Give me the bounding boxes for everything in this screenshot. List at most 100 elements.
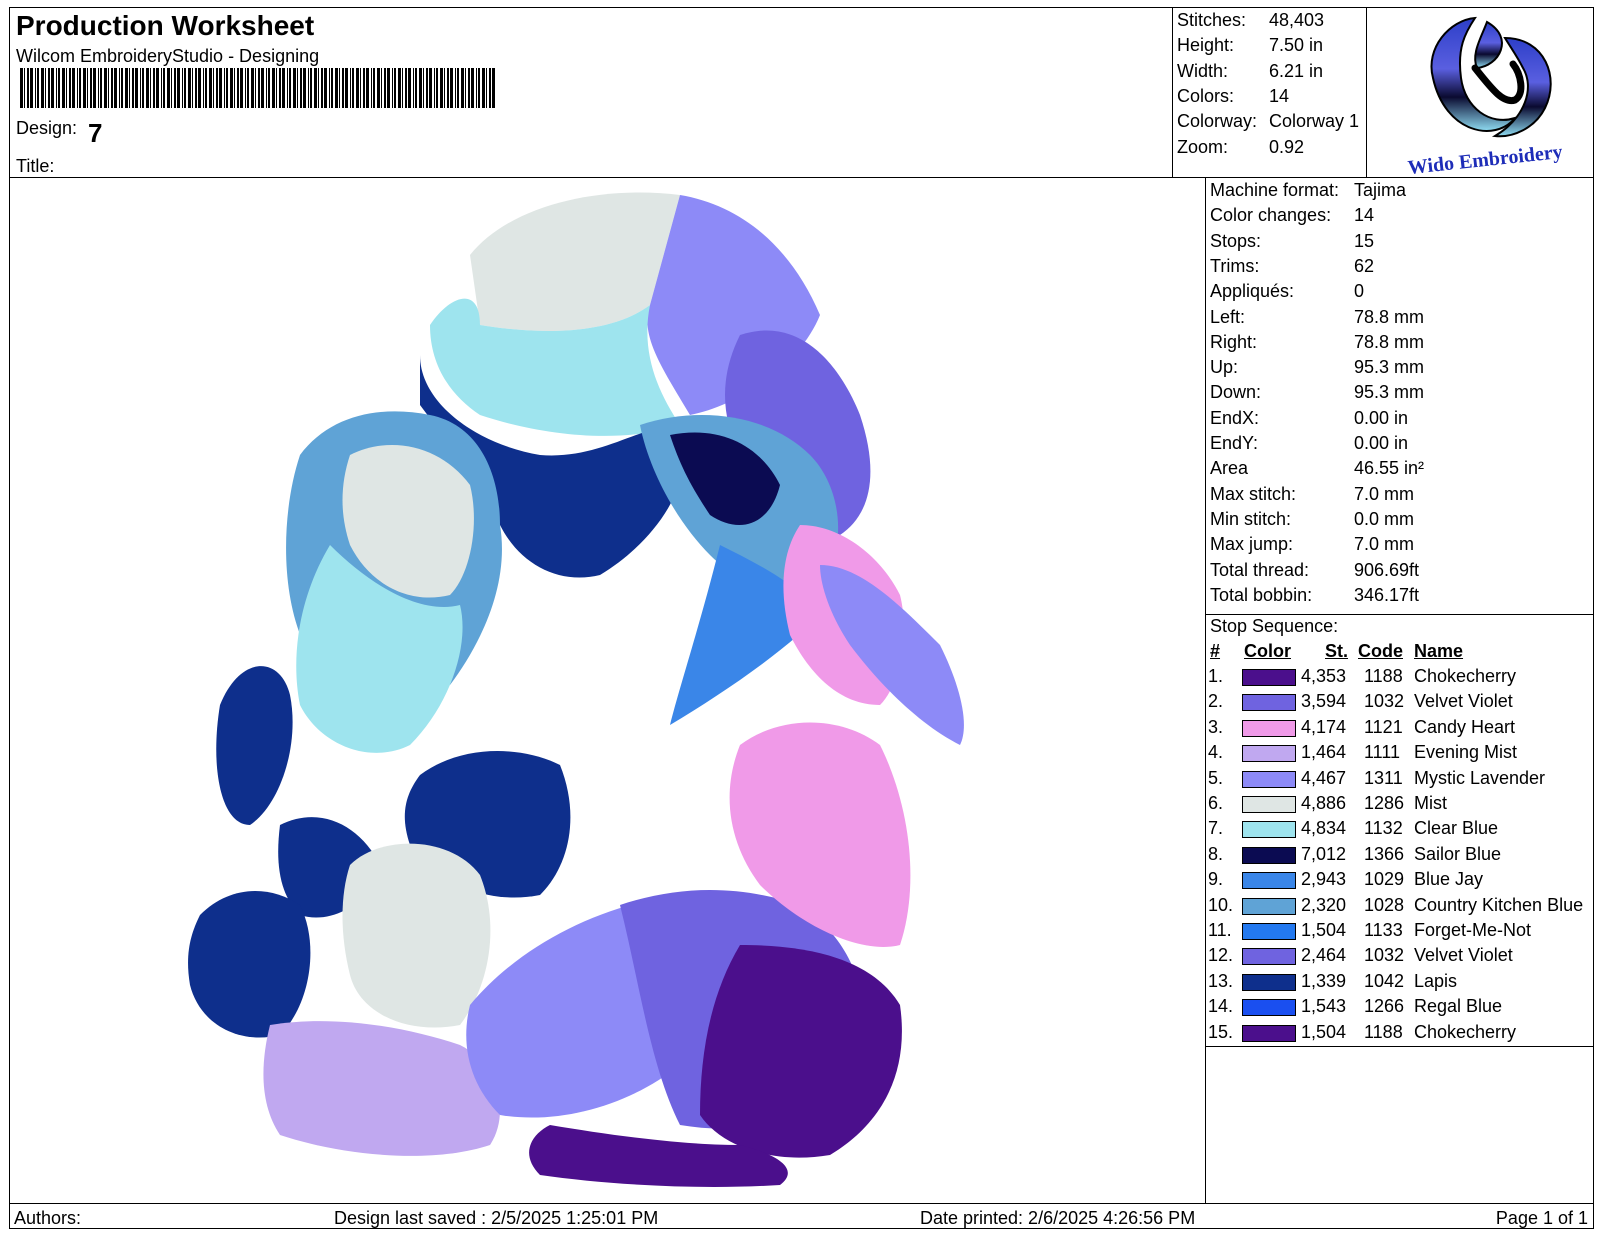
barcode-bar	[258, 68, 260, 108]
detail-label: Area	[1210, 458, 1249, 479]
color-swatch	[1242, 897, 1296, 915]
barcode-bar	[108, 68, 109, 108]
barcode-bar	[436, 68, 438, 108]
barcode-bar	[408, 68, 411, 108]
barcode-bar	[66, 68, 67, 108]
color-swatch	[1242, 872, 1296, 890]
barcode-bar	[352, 68, 354, 108]
stop-number: 14.	[1208, 996, 1234, 1017]
barcode-bar	[297, 68, 298, 108]
barcode-bar	[182, 68, 183, 108]
barcode-bar	[198, 68, 201, 108]
stitch-count: 1,504	[1300, 920, 1346, 940]
barcode-bar	[419, 68, 422, 108]
summary-value: 0.92	[1269, 136, 1305, 157]
stop-number: 11.	[1208, 920, 1232, 940]
stop-number: 6.	[1208, 793, 1224, 813]
stop-number: 3.	[1208, 716, 1224, 737]
sequence-end-divider	[1205, 1046, 1594, 1047]
thread-name: Country Kitchen Blue	[1414, 894, 1584, 915]
barcode-bar	[77, 68, 78, 108]
barcode-bar	[300, 68, 302, 108]
barcode-bar	[447, 68, 449, 108]
barcode-bar	[471, 68, 474, 108]
barcode-bar	[45, 68, 46, 108]
barcode-bar	[492, 68, 495, 108]
summary-label: Stitches:	[1177, 10, 1247, 30]
summary-value: 7.50 in	[1269, 35, 1324, 56]
detail-value: 95.3 mm	[1354, 357, 1425, 378]
barcode-bar	[37, 68, 39, 108]
barcode-bar	[371, 68, 372, 108]
logo-divider	[1366, 7, 1367, 177]
barcode-bar	[24, 68, 25, 108]
stitch-count: 2,464	[1300, 945, 1346, 966]
thread-code: 1311	[1364, 767, 1403, 788]
barcode-bar	[216, 68, 218, 108]
barcode-bar	[104, 68, 107, 108]
detail-value: 346.17ft	[1354, 584, 1420, 605]
barcode-bar	[167, 68, 170, 108]
barcode-bar	[174, 68, 176, 108]
barcode-bar	[125, 68, 128, 108]
color-swatch	[1242, 821, 1296, 839]
color-swatch	[1242, 669, 1296, 686]
detail-label: Max jump:	[1210, 534, 1294, 555]
barcode-bar	[339, 68, 340, 108]
barcode-bar	[360, 68, 361, 108]
thread-name: Sailor Blue	[1414, 843, 1502, 864]
stop-number: 7.	[1208, 818, 1224, 839]
barcode-bar	[461, 68, 464, 108]
thread-code: 1132	[1364, 818, 1403, 839]
thread-code: 1029	[1364, 869, 1405, 890]
detail-label: Total thread:	[1210, 559, 1310, 580]
barcode-bar	[303, 68, 306, 108]
thread-code: 1188	[1364, 666, 1403, 686]
barcode-bar	[450, 68, 453, 108]
barcode-bar	[184, 68, 186, 108]
stop-number: 13.	[1208, 970, 1234, 991]
barcode-bar	[192, 68, 193, 108]
stitch-count: 4,353	[1300, 666, 1346, 686]
detail-label: Color changes:	[1210, 205, 1332, 226]
barcode-bar	[237, 68, 239, 108]
barcode-bar	[434, 68, 435, 108]
color-swatch	[1242, 948, 1296, 966]
stop-number: 2.	[1208, 691, 1224, 712]
design-number: 7	[88, 118, 103, 148]
embroidery-design-preview	[188, 192, 964, 1187]
color-swatch	[1242, 1024, 1296, 1042]
barcode-bar	[266, 68, 267, 108]
color-swatch	[1242, 846, 1296, 864]
header-divider	[9, 177, 1594, 178]
barcode-bar	[188, 68, 191, 108]
barcode-bar	[415, 68, 417, 108]
stitch-count: 2,320	[1300, 894, 1346, 915]
thread-name: Blue Jay	[1414, 869, 1484, 890]
thread-code: 1111	[1364, 742, 1401, 763]
detail-value: 95.3 mm	[1354, 382, 1425, 403]
stop-number: 8.	[1208, 843, 1224, 864]
barcode-bar	[324, 68, 327, 108]
thread-code: 1042	[1364, 970, 1405, 991]
barcode-bar	[62, 68, 65, 108]
footer-divider	[9, 1203, 1594, 1204]
summary-label: Colors:	[1177, 85, 1235, 106]
barcode-bar	[20, 68, 23, 108]
thread-code: 1286	[1364, 793, 1405, 813]
barcode-bar	[413, 68, 414, 108]
color-swatch	[1242, 923, 1296, 940]
stitch-count: 1,339	[1300, 970, 1346, 991]
barcode-bar	[135, 68, 138, 108]
thread-name: Evening Mist	[1414, 742, 1518, 763]
detail-label: Left:	[1210, 306, 1246, 327]
barcode-bar	[146, 68, 149, 108]
summary-value: 48,403	[1269, 10, 1325, 30]
barcode-bar	[240, 68, 243, 108]
barcode-bar	[261, 68, 264, 108]
summary-value: 14	[1269, 85, 1290, 106]
barcode-bar	[213, 68, 214, 108]
thread-name: Candy Heart	[1414, 716, 1516, 737]
barcode-bar	[140, 68, 141, 108]
barcode-bar	[350, 68, 351, 108]
